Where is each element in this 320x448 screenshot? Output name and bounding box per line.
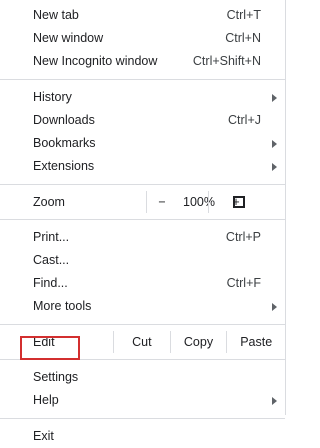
submenu-arrow-icon <box>272 94 277 102</box>
menu-item-shortcut: Ctrl+N <box>225 31 261 45</box>
submenu-arrow-icon <box>272 163 277 171</box>
menu-separator <box>0 418 285 419</box>
menu-item-downloads[interactable]: Downloads Ctrl+J <box>0 109 285 132</box>
zoom-out-button[interactable]: − <box>146 191 177 213</box>
menu-item-label: Print... <box>33 230 70 244</box>
submenu-arrow-icon <box>272 140 277 148</box>
menu-item-label: Cast... <box>33 253 70 267</box>
menu-item-label: New tab <box>33 8 79 22</box>
menu-item-label: Settings <box>33 370 79 384</box>
menu-item-settings[interactable]: Settings <box>0 366 285 389</box>
menu-item-shortcut: Ctrl+Shift+N <box>192 54 261 68</box>
menu-item-label: Find... <box>33 276 68 290</box>
fullscreen-button[interactable] <box>208 191 269 213</box>
menu-item-find[interactable]: Find... Ctrl+F <box>0 272 285 295</box>
menu-item-shortcut: Ctrl+T <box>226 8 261 22</box>
menu-item-shortcut: Ctrl+F <box>226 276 261 290</box>
edit-label: Edit <box>33 335 55 349</box>
browser-menu: New tab Ctrl+T New window Ctrl+N New Inc… <box>0 0 286 443</box>
menu-item-help[interactable]: Help <box>0 389 285 412</box>
fullscreen-icon <box>233 196 245 208</box>
menu-item-history[interactable]: History <box>0 86 285 109</box>
copy-button[interactable]: Copy <box>169 331 227 353</box>
menu-item-label: Extensions <box>33 159 95 173</box>
menu-item-label: Help <box>33 393 59 407</box>
menu-item-exit[interactable]: Exit <box>0 425 285 448</box>
menu-item-label: Bookmarks <box>33 136 96 150</box>
menu-separator <box>0 324 285 325</box>
menu-item-new-window[interactable]: New window Ctrl+N <box>0 27 285 50</box>
submenu-arrow-icon <box>272 397 277 405</box>
cut-button[interactable]: Cut <box>113 331 170 353</box>
menu-item-new-tab[interactable]: New tab Ctrl+T <box>0 4 285 27</box>
menu-separator <box>0 79 285 80</box>
menu-separator <box>0 359 285 360</box>
menu-item-more-tools[interactable]: More tools <box>0 295 285 318</box>
menu-item-shortcut: Ctrl+P <box>225 230 261 244</box>
menu-item-label: Downloads <box>33 113 95 127</box>
menu-item-new-incognito-window[interactable]: New Incognito window Ctrl+Shift+N <box>0 50 285 73</box>
menu-separator <box>0 184 285 185</box>
paste-button[interactable]: Paste <box>226 331 285 353</box>
menu-item-label: New Incognito window <box>33 54 158 68</box>
menu-item-label: New window <box>33 31 104 45</box>
menu-item-label: More tools <box>33 299 92 313</box>
menu-item-print[interactable]: Print... Ctrl+P <box>0 226 285 249</box>
zoom-row: Zoom − 100% + <box>0 191 285 213</box>
menu-item-cast[interactable]: Cast... <box>0 249 285 272</box>
menu-item-label: History <box>33 90 72 104</box>
menu-item-shortcut: Ctrl+J <box>228 113 261 127</box>
menu-item-label: Exit <box>33 429 54 443</box>
menu-item-bookmarks[interactable]: Bookmarks <box>0 132 285 155</box>
edit-controls: Cut Copy Paste <box>113 331 285 353</box>
menu-item-extensions[interactable]: Extensions <box>0 155 285 178</box>
zoom-label: Zoom <box>33 195 65 209</box>
edit-row: Edit Cut Copy Paste <box>0 331 285 353</box>
menu-separator <box>0 219 285 220</box>
submenu-arrow-icon <box>272 303 277 311</box>
